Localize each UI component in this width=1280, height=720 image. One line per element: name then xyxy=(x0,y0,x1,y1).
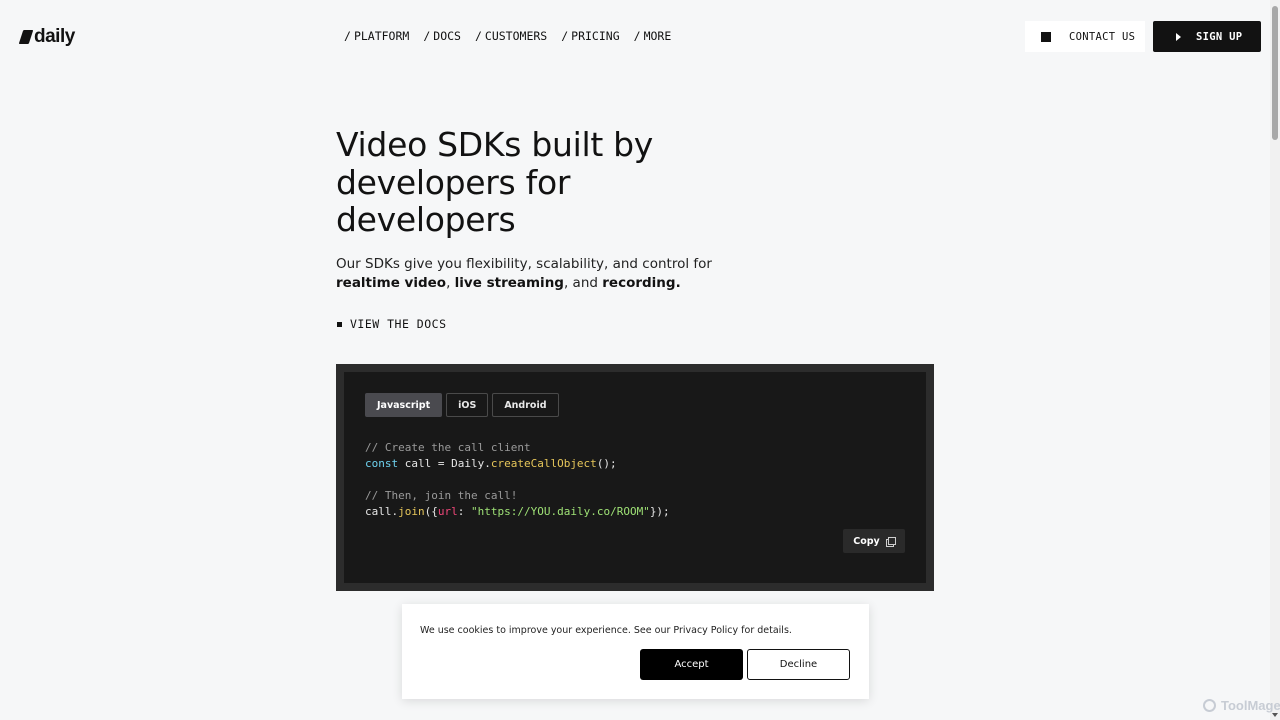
page-scrollbar[interactable] xyxy=(1270,0,1280,720)
nav-item-more[interactable]: / MORE xyxy=(634,29,672,43)
code-function: join xyxy=(398,505,425,518)
hero-subtitle-text: Our SDKs give you flexibility, scalabili… xyxy=(336,256,712,272)
tab-ios[interactable]: iOS xyxy=(446,393,489,417)
nav-item-docs[interactable]: / DOCS xyxy=(423,29,461,43)
cookie-text-prefix: We use cookies to improve your experienc… xyxy=(420,625,674,636)
nav-label: CUSTOMERS xyxy=(484,29,548,43)
hero-separator: , xyxy=(446,275,455,291)
contact-us-label: CONTACT US xyxy=(1069,30,1136,43)
scroll-down-arrow-icon[interactable] xyxy=(1272,713,1278,717)
cookie-text-suffix: for details. xyxy=(738,625,792,636)
nav-label: PLATFORM xyxy=(353,29,410,43)
view-docs-label: VIEW THE DOCS xyxy=(350,317,447,331)
brand-name: daily xyxy=(34,26,75,47)
code-sample-panel: Javascript iOS Android // Create the cal… xyxy=(336,364,934,591)
copy-icon xyxy=(885,536,896,547)
nav-slash: / xyxy=(344,29,351,43)
sign-up-label: SIGN UP xyxy=(1196,30,1243,43)
code-function: createCallObject xyxy=(490,457,597,470)
copy-code-button[interactable]: Copy xyxy=(843,529,905,553)
code-comment: // Then, join the call! xyxy=(365,489,518,502)
daily-logo-mark-icon xyxy=(18,30,34,44)
tab-javascript[interactable]: Javascript xyxy=(365,393,443,417)
code-text: ({ xyxy=(424,505,438,518)
nav-item-platform[interactable]: / PLATFORM xyxy=(344,29,409,43)
watermark-text: ToolMage xyxy=(1221,698,1280,713)
nav-label: MORE xyxy=(643,29,672,43)
main-nav: / PLATFORM / DOCS / CUSTOMERS / PRICING / MOR… xyxy=(344,29,671,43)
daily-logo[interactable]: daily xyxy=(18,26,75,48)
sign-up-button[interactable]: SIGN UP xyxy=(1153,21,1261,52)
hero-title: Video SDKs built by developers for devel… xyxy=(336,125,654,239)
code-text: (); xyxy=(596,457,617,470)
play-icon xyxy=(1176,32,1181,41)
decline-cookies-button[interactable]: Decline xyxy=(747,649,850,680)
nav-slash: / xyxy=(633,29,641,43)
view-docs-link[interactable]: VIEW THE DOCS xyxy=(337,317,447,331)
contact-us-button[interactable]: CONTACT US xyxy=(1025,21,1145,52)
code-comment: // Create the call client xyxy=(365,441,531,454)
hero-bold-realtime-video: realtime video xyxy=(336,275,447,291)
hero-separator: , and xyxy=(563,275,603,291)
nav-slash: / xyxy=(474,29,482,43)
code-text: }); xyxy=(649,505,670,518)
tab-android[interactable]: Android xyxy=(492,393,559,417)
code-block: // Create the call client const call = D… xyxy=(365,440,670,520)
nav-label: PRICING xyxy=(571,29,620,43)
square-bullet-icon xyxy=(337,321,342,327)
copy-label: Copy xyxy=(853,535,880,547)
nav-label: DOCS xyxy=(433,29,461,43)
nav-slash: / xyxy=(423,29,431,43)
nav-item-customers[interactable]: / CUSTOMERS xyxy=(475,29,547,43)
hero-bold-live-streaming: live streaming xyxy=(454,275,564,291)
nav-slash: / xyxy=(561,29,569,43)
cookie-message: We use cookies to improve your experienc… xyxy=(420,625,792,636)
platform-tabs: Javascript iOS Android xyxy=(365,393,559,417)
watermark: ToolMage xyxy=(1203,698,1280,713)
square-icon xyxy=(1041,31,1051,42)
code-text: : xyxy=(457,505,471,518)
code-string: "https://YOU.daily.co/ROOM" xyxy=(471,505,650,518)
hero-bold-recording: recording. xyxy=(602,275,681,291)
scrollbar-thumb[interactable] xyxy=(1272,6,1278,140)
nav-item-pricing[interactable]: / PRICING xyxy=(561,29,619,43)
accept-cookies-button[interactable]: Accept xyxy=(640,649,743,680)
hero-subtitle: Our SDKs give you flexibility, scalabili… xyxy=(336,255,716,293)
code-text: call = Daily. xyxy=(398,457,491,470)
code-property: url xyxy=(437,505,458,518)
code-sample-inner: Javascript iOS Android // Create the cal… xyxy=(344,372,926,583)
code-keyword: const xyxy=(365,457,399,470)
watermark-logo-icon xyxy=(1203,699,1216,712)
code-text: call. xyxy=(365,505,399,518)
cookie-banner: We use cookies to improve your experienc… xyxy=(402,604,869,699)
privacy-policy-link[interactable]: Privacy Policy xyxy=(673,625,738,636)
